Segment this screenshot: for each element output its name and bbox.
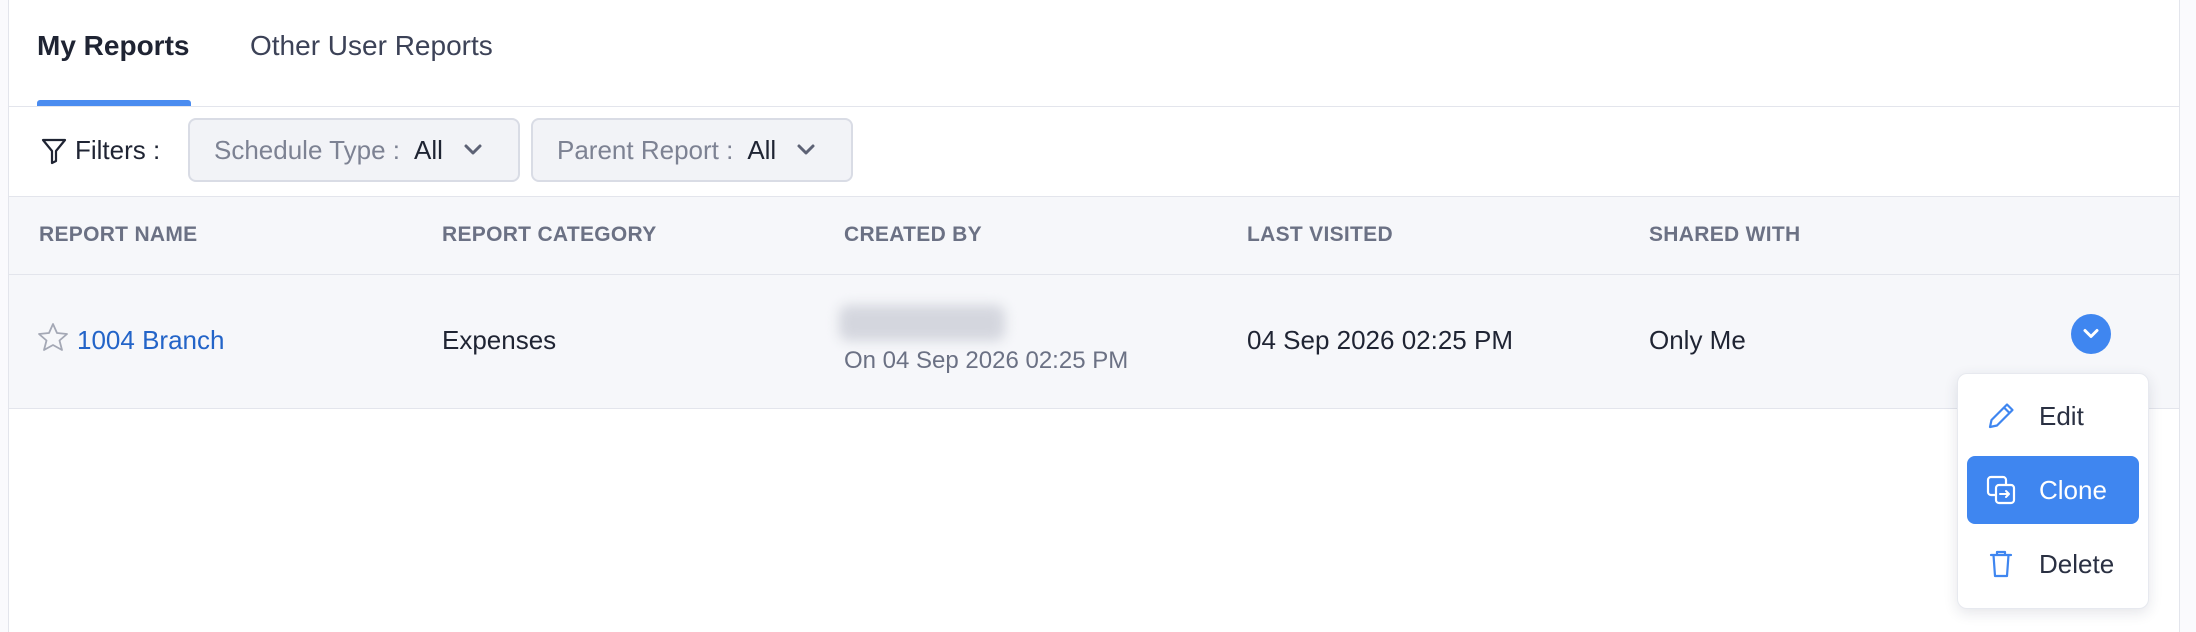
parent-report-label: Parent Report : bbox=[557, 134, 734, 165]
shared-with-cell: Only Me bbox=[1649, 325, 1746, 355]
chevron-down-icon bbox=[2082, 328, 2100, 340]
column-header-report-name[interactable]: REPORT NAME bbox=[39, 223, 197, 247]
trash-icon bbox=[1983, 546, 2019, 582]
column-header-created-by[interactable]: CREATED BY bbox=[844, 223, 982, 247]
column-header-shared-with[interactable]: SHARED WITH bbox=[1649, 223, 1800, 247]
table-header: REPORT NAME REPORT CATEGORY CREATED BY L… bbox=[9, 197, 2179, 275]
filters-bar: Filters : Schedule Type : All Parent Rep… bbox=[9, 107, 2179, 197]
parent-report-filter[interactable]: Parent Report : All bbox=[531, 118, 853, 182]
filters-label: Filters : bbox=[41, 135, 160, 166]
menu-item-delete-label: Delete bbox=[2039, 548, 2115, 579]
pencil-icon bbox=[1983, 398, 2019, 434]
created-by-name-redacted bbox=[839, 305, 1005, 341]
filters-label-text: Filters : bbox=[75, 135, 161, 165]
row-actions-button[interactable] bbox=[2071, 314, 2111, 354]
report-name-link[interactable]: 1004 Branch bbox=[77, 325, 224, 356]
chevron-down-icon bbox=[463, 143, 483, 157]
last-visited-cell: 04 Sep 2026 02:25 PM bbox=[1247, 325, 1513, 355]
chevron-down-icon bbox=[796, 143, 816, 157]
tab-other-user-reports[interactable]: Other User Reports bbox=[250, 30, 493, 62]
schedule-type-filter[interactable]: Schedule Type : All bbox=[188, 118, 520, 182]
reports-panel: My Reports Other User Reports Filters : … bbox=[8, 0, 2180, 632]
column-header-report-category[interactable]: REPORT CATEGORY bbox=[442, 223, 657, 247]
copy-icon bbox=[1983, 472, 2019, 508]
star-outline-icon[interactable] bbox=[37, 322, 69, 352]
created-on-date: On 04 Sep 2026 02:25 PM bbox=[844, 347, 1129, 374]
column-header-last-visited[interactable]: LAST VISITED bbox=[1247, 223, 1393, 247]
active-tab-indicator bbox=[37, 100, 191, 106]
menu-item-edit[interactable]: Edit bbox=[1967, 382, 2139, 450]
menu-item-clone[interactable]: Clone bbox=[1967, 456, 2139, 524]
menu-item-clone-label: Clone bbox=[2039, 474, 2107, 505]
menu-item-delete[interactable]: Delete bbox=[1967, 530, 2139, 598]
parent-report-value: All bbox=[747, 134, 777, 165]
row-actions-menu: Edit Clone Delete bbox=[1957, 373, 2149, 609]
tab-my-reports[interactable]: My Reports bbox=[37, 30, 189, 62]
menu-item-edit-label: Edit bbox=[2039, 400, 2084, 431]
report-category-cell: Expenses bbox=[442, 325, 557, 355]
schedule-type-value: All bbox=[414, 134, 443, 165]
schedule-type-label: Schedule Type : bbox=[214, 134, 400, 165]
tab-bar: My Reports Other User Reports bbox=[9, 0, 2179, 107]
table-row[interactable]: 1004 Branch Expenses On 04 Sep 2026 02:2… bbox=[9, 275, 2179, 409]
funnel-icon bbox=[41, 137, 67, 165]
page: My Reports Other User Reports Filters : … bbox=[0, 0, 2196, 632]
